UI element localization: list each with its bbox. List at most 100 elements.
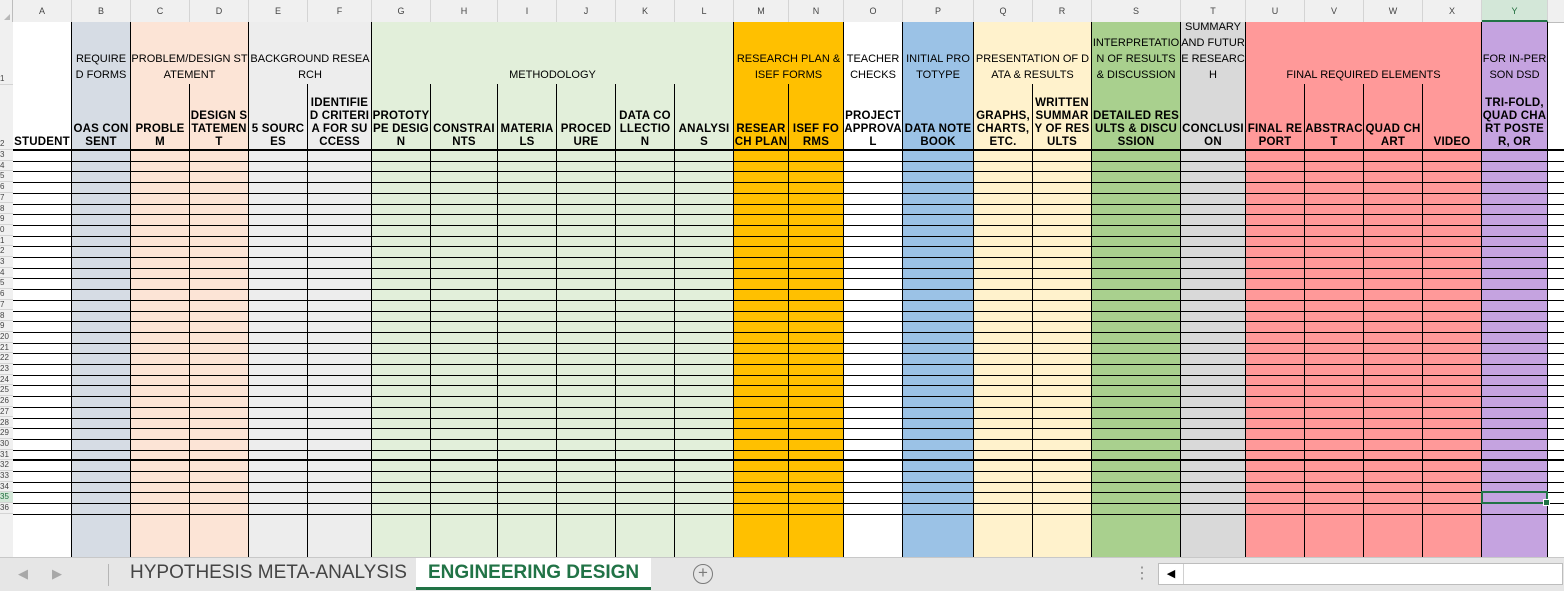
row-header[interactable]: 6 [0, 182, 13, 193]
column-title[interactable]: CONCLUSION [1181, 86, 1245, 149]
next-sheet-icon[interactable]: ▶ [52, 566, 62, 582]
more-options-icon[interactable]: ⋮ [1134, 563, 1150, 585]
row-header[interactable]: 5 [0, 278, 13, 290]
column-header-k[interactable]: K [616, 0, 675, 22]
row-header[interactable]: 6 [0, 289, 13, 300]
row-header[interactable]: 5 [0, 171, 13, 183]
column-header-s[interactable]: S [1092, 0, 1181, 22]
group-header[interactable]: FINAL REQUIRED ELEMENTS [1246, 22, 1481, 84]
horizontal-scrollbar[interactable]: ◀ [1158, 563, 1563, 585]
row-header[interactable]: 4 [0, 161, 13, 172]
group-header[interactable]: INTERPRETATION OF RESULTS & DISCUSSION [1092, 22, 1180, 84]
row-header[interactable]: 2 [0, 246, 13, 257]
row-header[interactable]: 36 [0, 503, 13, 514]
column-title[interactable]: PROTOTYPE DESIGN [372, 86, 430, 149]
row-header[interactable]: 25 [0, 385, 13, 397]
row-header[interactable]: 8 [0, 204, 13, 215]
column-title[interactable]: FINAL REPORT [1246, 86, 1304, 149]
tab-engineering-design[interactable]: ENGINEERING DESIGN [416, 558, 652, 590]
row-header[interactable]: 3 [0, 257, 13, 268]
column-header-u[interactable]: U [1246, 0, 1305, 22]
column-title[interactable]: 5 SOURCES [249, 86, 307, 149]
row-header[interactable]: 33 [0, 471, 13, 482]
row-header[interactable]: 0 [0, 225, 13, 236]
column-title[interactable]: PROBLEM [131, 86, 189, 149]
column-title[interactable]: IDENTIFIED CRITERIA FOR SUCCESS [308, 86, 371, 149]
group-header[interactable]: PROBLEM/DESIGN STATEMENT [131, 22, 248, 84]
row-header[interactable]: 8 [0, 311, 13, 322]
row-header[interactable]: 34 [0, 482, 13, 493]
row-header[interactable]: 30 [0, 439, 13, 450]
column-title[interactable]: DETAILED RESULTS & DISCUSSION [1092, 86, 1180, 149]
column-title[interactable]: WRITTEN SUMMARY OF RESULTS [1033, 86, 1091, 149]
select-all-corner[interactable] [0, 0, 13, 22]
group-header[interactable]: REQUIRED FORMS [72, 22, 130, 84]
column-title[interactable]: MATERIALS [498, 86, 556, 149]
column-header-t[interactable]: T [1181, 0, 1246, 22]
column-title[interactable]: QUAD CHART [1364, 86, 1422, 149]
row-header[interactable]: 20 [0, 332, 13, 343]
group-header[interactable] [13, 22, 71, 84]
column-title[interactable]: ISEF FORMS [789, 86, 843, 149]
scroll-left-icon[interactable]: ◀ [1159, 564, 1184, 584]
column-header-x[interactable]: X [1423, 0, 1482, 22]
sheet-cells[interactable]: REQUIRED FORMS PROBLEM/DESIGN STATEMENT BA… [13, 22, 1564, 557]
column-title[interactable]: TRI-FOLD, QUAD CHART POSTER, OR [1482, 86, 1547, 149]
column-header-h[interactable]: H [431, 0, 498, 22]
column-title[interactable]: GRAPHS, CHARTS, ETC. [974, 86, 1032, 149]
row-header[interactable]: 23 [0, 364, 13, 375]
column-header-b[interactable]: B [72, 0, 131, 22]
group-header[interactable]: TEACHER CHECKS [844, 22, 902, 84]
row-header[interactable]: 29 [0, 428, 13, 439]
column-header-g[interactable]: G [372, 0, 431, 22]
column-title[interactable]: OAS CONSENT [72, 86, 130, 149]
row-header[interactable]: 21 [0, 343, 13, 354]
column-title[interactable]: PROJECT APPROVAL [844, 86, 902, 149]
group-header[interactable]: METHODOLOGY [372, 22, 733, 84]
row-header[interactable]: 1 [0, 22, 13, 85]
group-header[interactable]: PRESENTATION OF DATA & RESULTS [974, 22, 1091, 84]
column-header-q[interactable]: Q [974, 0, 1033, 22]
row-header[interactable]: 27 [0, 407, 13, 418]
prev-sheet-icon[interactable]: ◀ [18, 566, 28, 582]
column-header-y[interactable]: Y [1482, 0, 1548, 22]
column-title[interactable]: PROCEDURE [557, 86, 615, 149]
column-header-e[interactable]: E [249, 0, 308, 22]
column-header-f[interactable]: F [308, 0, 372, 22]
column-title[interactable]: ANALYSIS [675, 86, 733, 149]
group-header[interactable]: SUMMARY AND FUTURE RESEARCH [1181, 22, 1245, 84]
column-header-m[interactable]: M [734, 0, 789, 22]
column-title[interactable]: STUDENT [13, 86, 71, 149]
group-header[interactable]: INITIAL PROTOTYPE [903, 22, 973, 84]
column-title[interactable]: ABSTRACT [1305, 86, 1363, 149]
group-header[interactable]: FOR IN-PERSON DSD [1482, 22, 1547, 84]
column-header-w[interactable]: W [1364, 0, 1423, 22]
column-title[interactable]: RESEARCH PLAN [734, 86, 788, 149]
row-header[interactable]: 7 [0, 300, 13, 311]
column-header-v[interactable]: V [1305, 0, 1364, 22]
row-header[interactable]: 26 [0, 396, 13, 407]
row-header[interactable]: 28 [0, 418, 13, 429]
row-header[interactable]: 3 [0, 150, 13, 161]
column-header-o[interactable]: O [844, 0, 903, 22]
column-header-p[interactable]: P [903, 0, 974, 22]
add-sheet-icon[interactable]: + [693, 564, 713, 584]
column-header-r[interactable]: R [1033, 0, 1092, 22]
row-header[interactable]: 2 [0, 85, 13, 150]
column-header-n[interactable]: N [789, 0, 844, 22]
column-header-j[interactable]: J [557, 0, 616, 22]
column-header-l[interactable]: L [675, 0, 734, 22]
row-header[interactable]: 7 [0, 193, 13, 204]
row-header[interactable]: 35 [0, 492, 13, 504]
column-header-a[interactable]: A [13, 0, 72, 22]
column-title[interactable]: CONSTRAINTS [431, 86, 497, 149]
row-header[interactable]: 24 [0, 375, 13, 386]
row-header[interactable]: 4 [0, 268, 13, 279]
column-header-d[interactable]: D [190, 0, 249, 22]
column-title[interactable]: VIDEO [1423, 86, 1481, 149]
column-title[interactable]: DESIGN STATEMENT [190, 86, 248, 149]
group-header[interactable]: BACKGROUND RESEARCH [249, 22, 371, 84]
tab-hypothesis-meta-analysis[interactable]: HYPOTHESIS META-ANALYSIS [118, 558, 419, 590]
row-header[interactable]: 22 [0, 353, 13, 364]
row-header[interactable]: 1 [0, 236, 13, 247]
